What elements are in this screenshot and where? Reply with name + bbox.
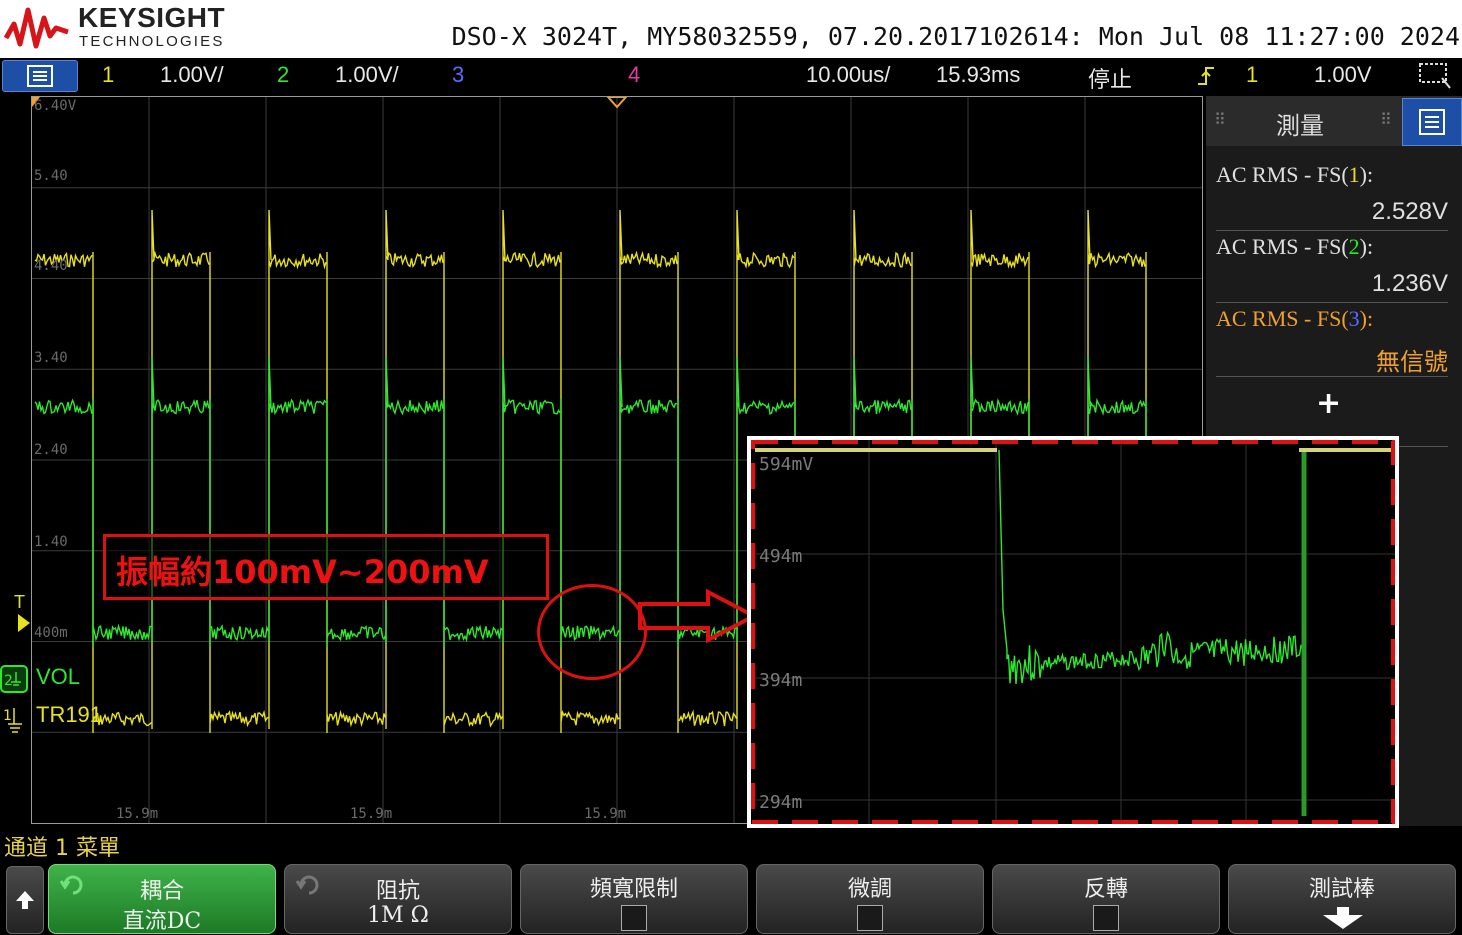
divider: [1216, 302, 1448, 303]
y-label: 3.40: [34, 350, 68, 366]
measure-panel-title: 測量: [1276, 106, 1324, 141]
callout-arrow-icon: [636, 588, 758, 644]
y-label: 2.40: [34, 442, 68, 458]
timebase[interactable]: 10.00us/: [806, 62, 890, 88]
down-arrow-icon: [1321, 905, 1365, 931]
y-label: 4.40: [34, 258, 68, 274]
divider: [1216, 230, 1448, 231]
measure-value-1: 2.528V: [1372, 198, 1448, 226]
menu-icon: [27, 65, 53, 87]
zoom-y-label: 594mV: [759, 454, 813, 475]
softkey-label: 耦合: [49, 873, 275, 905]
y-label: 5.40: [34, 168, 68, 184]
keysight-logo-icon: [4, 4, 70, 52]
highlight-circle: [537, 584, 647, 680]
zoom-y-label: 394m: [759, 670, 802, 691]
annotation-text: 振幅約100mV~200mV: [116, 547, 489, 593]
softkey-label: 反轉: [993, 871, 1219, 903]
add-measurement-button[interactable]: +: [1316, 386, 1341, 421]
invert-checkbox[interactable]: [1093, 905, 1119, 931]
trigger-channel[interactable]: 1: [1246, 62, 1258, 88]
main-menu-button[interactable]: [2, 60, 78, 92]
x-label: 15.9m: [116, 806, 158, 822]
softkey-label: 測試棒: [1229, 871, 1455, 903]
measure-value-3: 無信號: [1376, 342, 1448, 377]
bw-limit-checkbox[interactable]: [621, 905, 647, 931]
softkey-probe[interactable]: 測試棒: [1228, 864, 1456, 934]
y-label: 6.40V: [34, 98, 76, 114]
softkey-label: 微調: [757, 871, 983, 903]
softkey-bar: 耦合 直流DC 阻抗 1M Ω 頻寬限制 微調 反轉 測試棒: [0, 860, 1462, 934]
svg-text:2: 2: [4, 673, 13, 689]
y-label: 1.40: [34, 534, 68, 550]
ch1-scale[interactable]: 1.00V/: [160, 62, 224, 88]
trigger-level-marker-icon[interactable]: [18, 614, 32, 632]
softkey-bw-limit[interactable]: 頻寬限制: [520, 864, 748, 934]
ch2-number[interactable]: 2: [277, 62, 289, 88]
svg-text:1: 1: [3, 708, 12, 724]
ch1-label: TR191: [36, 702, 102, 728]
run-state[interactable]: 停止: [1088, 62, 1132, 94]
x-label: 15.9m: [350, 806, 392, 822]
trigger-marker: T: [14, 592, 25, 613]
ch4-number[interactable]: 4: [628, 62, 640, 88]
y-label: 400m: [34, 625, 68, 641]
zoom-box-icon[interactable]: [1418, 62, 1452, 90]
softkey-coupling[interactable]: 耦合 直流DC: [48, 864, 276, 934]
measure-name-3[interactable]: AC RMS - FS(3):: [1216, 306, 1373, 332]
channel-menu-title: 通道 1 菜單: [4, 830, 120, 862]
zoom-y-label: 294m: [759, 792, 802, 813]
device-info: DSO-X 3024T, MY58032559, 07.20.201710261…: [452, 22, 1460, 51]
softkey-value: 1M Ω: [285, 903, 511, 928]
amplitude-annotation: 振幅約100mV~200mV: [103, 534, 549, 600]
softkey-label: 阻抗: [285, 873, 511, 905]
menu-icon: [1419, 109, 1445, 135]
ch1-number[interactable]: 1: [102, 62, 114, 88]
status-bar: 1 1.00V/ 2 1.00V/ 3 4 10.00us/ 15.93ms 停…: [0, 58, 1462, 94]
up-arrow-icon: [14, 889, 36, 911]
back-button[interactable]: [6, 866, 44, 934]
softkey-label: 頻寬限制: [521, 871, 747, 903]
softkey-invert[interactable]: 反轉: [992, 864, 1220, 934]
measure-name-1[interactable]: AC RMS - FS(1):: [1216, 162, 1373, 188]
title-bar: KEYSIGHT TECHNOLOGIES DSO-X 3024T, MY580…: [0, 0, 1462, 58]
drag-handle-icon[interactable]: ⠿: [1214, 110, 1226, 129]
zoom-inset: 594mV 494m 394m 294m: [747, 436, 1399, 828]
measure-name-2[interactable]: AC RMS - FS(2):: [1216, 234, 1373, 260]
zoom-y-label: 494m: [759, 546, 802, 567]
ch1-ground-marker-icon[interactable]: 1: [0, 704, 30, 738]
divider: [1216, 376, 1448, 377]
brand-sub: TECHNOLOGIES: [79, 33, 225, 50]
zoom-dashed-frame: [752, 441, 1394, 823]
zoom-canvas: [751, 440, 1395, 824]
zoom-ch2-trace: [999, 450, 1303, 684]
drag-handle-icon[interactable]: ⠿: [1380, 110, 1392, 129]
measure-menu-button[interactable]: [1402, 98, 1462, 146]
ch2-ground-marker-icon[interactable]: 2: [0, 664, 30, 694]
x-label: 15.9m: [584, 806, 626, 822]
measure-value-2: 1.236V: [1372, 270, 1448, 298]
measure-panel-header: ⠿ 測量 ⠿: [1206, 96, 1462, 146]
brand-name: KEYSIGHT: [78, 2, 225, 34]
softkey-impedance[interactable]: 阻抗 1M Ω: [284, 864, 512, 934]
ch3-number[interactable]: 3: [452, 62, 464, 88]
fine-checkbox[interactable]: [857, 905, 883, 931]
softkey-fine[interactable]: 微調: [756, 864, 984, 934]
trigger-edge-icon: [1196, 64, 1216, 88]
softkey-value: 直流DC: [49, 903, 275, 935]
ch2-label: VOL: [36, 664, 80, 690]
ch2-scale[interactable]: 1.00V/: [335, 62, 399, 88]
trigger-level[interactable]: 1.00V: [1314, 62, 1372, 88]
delay[interactable]: 15.93ms: [936, 62, 1020, 88]
